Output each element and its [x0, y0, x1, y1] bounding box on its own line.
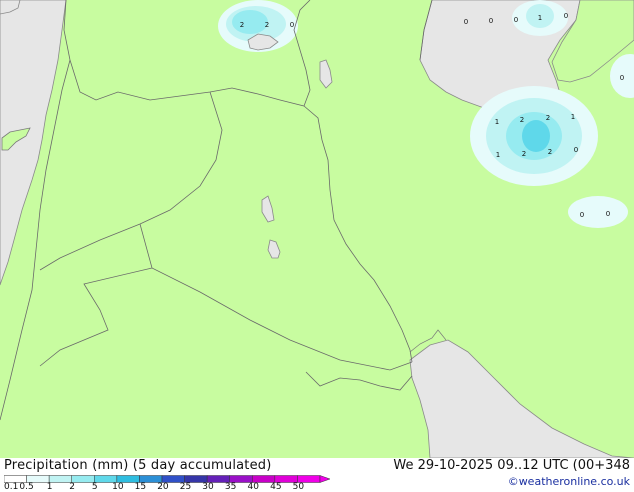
contour-label: 2	[522, 150, 526, 158]
legend-tick-label: 2	[69, 482, 76, 492]
contour-label: 0	[290, 21, 294, 29]
legend-tick-label: 0.5	[19, 482, 34, 492]
contour-label: 1	[571, 113, 575, 121]
weatheronline-credit-link[interactable]: ©weatheronline.co.uk	[508, 475, 630, 488]
precipitation-area-iran-north	[470, 86, 598, 186]
legend-tick-label: 40	[247, 482, 259, 492]
contour-label: 0	[574, 146, 578, 154]
legend-tick-label: 1	[46, 482, 53, 492]
legend-tick-label: 0.1	[4, 482, 19, 492]
legend-tick-label: 50	[292, 482, 305, 492]
contour-label: 0	[564, 12, 568, 20]
contour-label: 0	[606, 210, 610, 218]
legend-tick-label: 15	[134, 482, 147, 492]
contour-label: 2	[546, 114, 550, 122]
legend-tick-label: 35	[224, 482, 237, 492]
legend-tick-label: 5	[91, 482, 98, 492]
contour-label: 2	[265, 21, 269, 29]
precipitation-area-iran-east	[568, 196, 628, 228]
legend-tick-label: 25	[179, 482, 192, 492]
contour-label: 2	[548, 148, 552, 156]
map-title: Precipitation (mm) (5 day accumulated)	[4, 458, 272, 473]
map-footer: Precipitation (mm) (5 day accumulated) W…	[0, 458, 634, 492]
contour-label: 0	[489, 17, 493, 25]
contour-label: 1	[538, 14, 542, 22]
legend-tick-label: 20	[157, 482, 169, 492]
precipitation-map: 2 2 0 0 0 0 1 0 0 1 2 2 1 1 2 2 0 0 0	[0, 0, 634, 458]
contour-label: 2	[240, 21, 244, 29]
legend-tick-label: 30	[202, 482, 214, 492]
legend-labels: 0.1 0.5 1 2 5 10 15 20 25 30 35 40 45 50	[0, 482, 340, 492]
contour-label: 1	[495, 118, 499, 126]
contour-label: 0	[620, 74, 624, 82]
contour-label: 0	[464, 18, 468, 26]
contour-label: 1	[496, 151, 500, 159]
contour-label: 0	[514, 16, 518, 24]
legend-tick-label: 45	[270, 482, 282, 492]
forecast-datetime: We 29-10-2025 09..12 UTC (00+348	[393, 458, 630, 473]
contour-label: 0	[580, 211, 584, 219]
legend-tick-label: 10	[112, 482, 124, 492]
contour-label: 2	[520, 116, 524, 124]
